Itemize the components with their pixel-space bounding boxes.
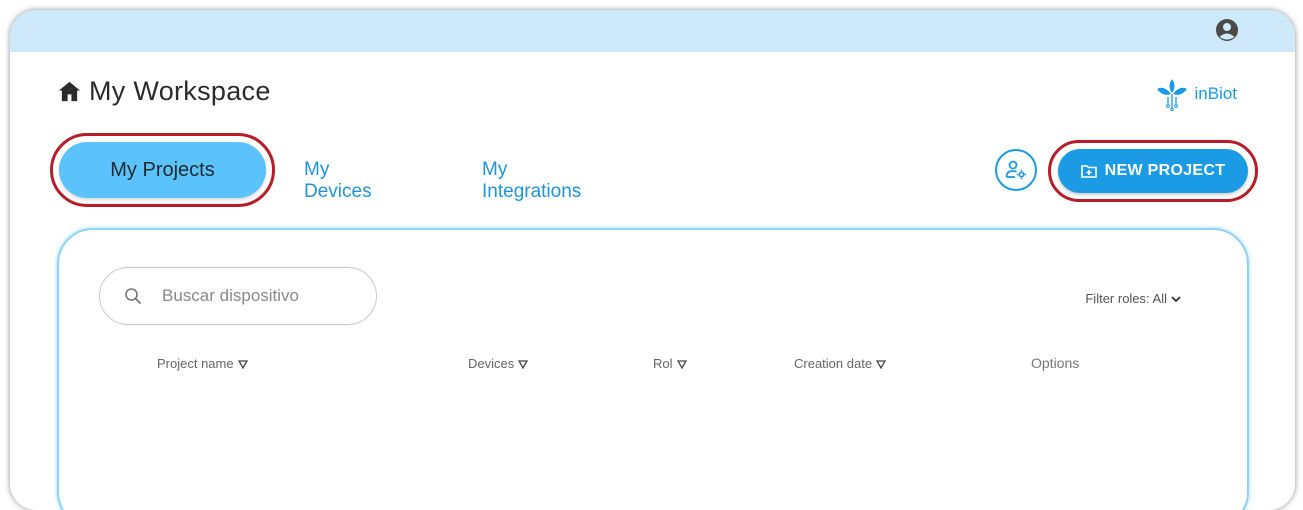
tab-my-integrations[interactable]: My Integrations xyxy=(482,159,581,203)
user-settings-button[interactable] xyxy=(995,149,1037,191)
new-project-button[interactable]: NEW PROJECT xyxy=(1058,149,1248,193)
column-header-project-name[interactable]: Project name xyxy=(157,356,248,371)
tab-my-devices[interactable]: My Devices xyxy=(304,159,372,203)
column-header-creation-date[interactable]: Creation date xyxy=(794,356,887,371)
workspace-title-text: My Workspace xyxy=(89,76,271,106)
sort-triangle-icon xyxy=(876,359,887,369)
column-header-options: Options xyxy=(1031,355,1080,371)
search-input[interactable] xyxy=(160,285,334,307)
filter-roles-dropdown[interactable]: Filter roles: All xyxy=(1085,291,1182,306)
chevron-down-icon xyxy=(1171,295,1181,302)
page-title: My Workspace xyxy=(58,76,271,107)
folder-plus-icon xyxy=(1080,165,1097,178)
projects-panel: Filter roles: All Project name Devices R… xyxy=(57,228,1249,510)
search-icon xyxy=(125,288,142,305)
logo-text: inBiot xyxy=(1194,84,1237,103)
home-icon xyxy=(58,81,81,102)
new-project-label: NEW PROJECT xyxy=(1104,162,1226,179)
sort-triangle-icon xyxy=(237,359,248,369)
filter-roles-label: Filter roles: All xyxy=(1085,291,1167,306)
search-box[interactable] xyxy=(99,267,377,325)
column-header-rol[interactable]: Rol xyxy=(653,356,687,371)
sort-triangle-icon xyxy=(518,359,529,369)
tab-my-projects[interactable]: My Projects xyxy=(59,142,266,198)
inbiot-logo: inBiot xyxy=(1156,77,1237,111)
account-icon[interactable] xyxy=(1215,18,1239,42)
user-settings-icon xyxy=(1005,160,1027,180)
top-bar xyxy=(10,10,1295,52)
app-window: My Workspace inBiot My Projects My Devic… xyxy=(10,10,1295,510)
sort-triangle-icon xyxy=(676,359,687,369)
inbiot-logo-icon xyxy=(1157,79,1188,111)
column-header-devices[interactable]: Devices xyxy=(468,356,529,371)
